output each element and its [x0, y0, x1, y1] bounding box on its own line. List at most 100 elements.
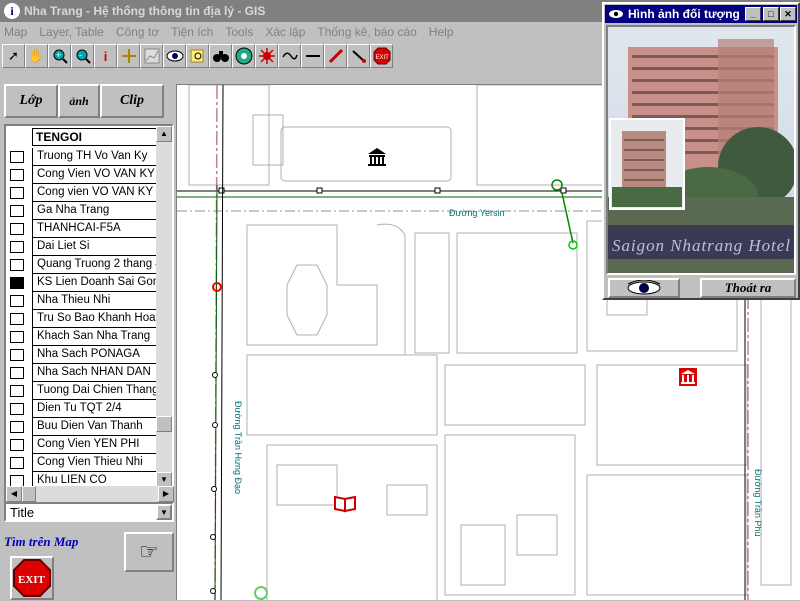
item-checkbox[interactable] [10, 259, 24, 271]
list-item[interactable]: Tuong Dai Chien Thang [10, 382, 160, 400]
vertical-scrollbar[interactable]: ▲ ▼ [156, 126, 172, 488]
tab-anh[interactable]: ảnh [58, 84, 100, 118]
pointer-icon[interactable]: ➚ [2, 44, 25, 68]
tab-lop[interactable]: Lớp [4, 84, 58, 118]
star-icon[interactable] [255, 44, 278, 68]
eye-icon[interactable] [163, 44, 186, 68]
list-item[interactable]: Cong Vien VO VAN KY [10, 166, 160, 184]
hand-icon[interactable]: ✋ [25, 44, 48, 68]
list-item[interactable]: Dai Liet Si [10, 238, 160, 256]
list-item[interactable]: Cong vien VO VAN KY [10, 184, 160, 202]
item-checkbox[interactable] [10, 421, 24, 433]
exit-button[interactable]: EXIT [10, 556, 54, 600]
chevron-down-icon[interactable]: ▼ [156, 504, 172, 520]
svg-text:EXIT: EXIT [18, 574, 46, 586]
item-checkbox[interactable] [10, 295, 24, 307]
item-checkbox[interactable] [10, 169, 24, 181]
find-on-map-button[interactable]: ☞ [124, 532, 174, 572]
scroll-thumb[interactable] [156, 416, 172, 432]
item-label: Tuong Dai Chien Thang [32, 382, 160, 400]
menu-tien-ich[interactable]: Tiện ích [171, 25, 213, 39]
menu-map[interactable]: Map [4, 25, 27, 39]
line-icon[interactable] [301, 44, 324, 68]
view-button[interactable] [608, 278, 680, 298]
list-item[interactable]: Tru So Bao Khanh Hoa [10, 310, 160, 328]
svg-text:EXIT: EXIT [375, 55, 389, 61]
item-checkbox[interactable] [10, 151, 24, 163]
list-item[interactable]: Truong TH Vo Van Ky [10, 148, 160, 166]
scroll-up-icon[interactable]: ▲ [156, 126, 172, 142]
list-item[interactable]: Dien Tu TQT 2/4 [10, 400, 160, 418]
layer-panel: Lớp ảnh Clip TENGOI Truong TH Vo Van Ky C… [0, 76, 176, 600]
zoom-in-icon[interactable]: + [48, 44, 71, 68]
chart-icon[interactable] [140, 44, 163, 68]
item-checkbox[interactable] [10, 223, 24, 235]
binoculars-icon[interactable] [209, 44, 232, 68]
item-checkbox[interactable] [10, 457, 24, 469]
building-icon[interactable] [368, 148, 386, 166]
info-icon[interactable]: i [4, 3, 20, 19]
hotel-icon[interactable] [679, 368, 697, 386]
measure-icon[interactable] [347, 44, 370, 68]
marker-icon[interactable] [254, 586, 268, 600]
list-item[interactable]: Buu Dien Van Thanh [10, 418, 160, 436]
item-label: Tru So Bao Khanh Hoa [32, 310, 160, 328]
toolbar: ➚ ✋ + - i EXIT [2, 44, 393, 68]
maximize-icon[interactable]: □ [763, 7, 779, 21]
close-icon[interactable]: ✕ [780, 7, 796, 21]
item-checkbox[interactable] [10, 349, 24, 361]
minimize-icon[interactable]: _ [745, 7, 761, 21]
item-label: Nha Thieu Nhi [32, 292, 160, 310]
object-image-window[interactable]: Hình ảnh đối tượng _ □ ✕ Saigon Nhatrang… [602, 2, 800, 300]
item-checkbox[interactable] [10, 313, 24, 325]
item-checkbox[interactable] [10, 367, 24, 379]
list-item[interactable]: Cong Vien Thieu Nhi [10, 454, 160, 472]
list-item[interactable]: THANHCAI-F5A [10, 220, 160, 238]
list-item[interactable]: Cong Vien YEN PHI [10, 436, 160, 454]
scroll-right-icon[interactable]: ▶ [158, 486, 174, 502]
book-icon[interactable] [334, 495, 356, 513]
list-item[interactable]: Quang Truong 2 thang 4 [10, 256, 160, 274]
menu-cong-to[interactable]: Công tơ [116, 25, 159, 39]
item-checkbox[interactable] [10, 385, 24, 397]
hscroll-thumb[interactable] [22, 486, 36, 502]
info-icon[interactable]: i [94, 44, 117, 68]
menu-help[interactable]: Help [429, 25, 454, 39]
list-item[interactable]: KS Lien Doanh Sai Gon [10, 274, 160, 292]
item-checkbox[interactable] [10, 277, 24, 289]
item-checkbox[interactable] [10, 331, 24, 343]
list-item[interactable]: Nha Sach PONAGA [10, 346, 160, 364]
menu-xac-lap[interactable]: Xác lập [265, 25, 305, 39]
shape-icon[interactable] [278, 44, 301, 68]
find-icon[interactable] [186, 44, 209, 68]
item-label: Nha Sach PONAGA [32, 346, 160, 364]
item-checkbox[interactable] [10, 205, 24, 217]
title-combo[interactable]: Title ▼ [4, 502, 174, 522]
item-checkbox[interactable] [10, 241, 24, 253]
scroll-left-icon[interactable]: ◀ [6, 486, 22, 502]
exit-icon[interactable]: EXIT [370, 44, 393, 68]
find-on-map-label: Tìm trên Map [4, 534, 79, 549]
cross-icon[interactable] [117, 44, 140, 68]
pencil-icon[interactable] [324, 44, 347, 68]
horizontal-scrollbar[interactable]: ◀ ▶ [6, 486, 174, 502]
globe-icon[interactable] [232, 44, 255, 68]
exit-view-button[interactable]: Thoát ra [700, 278, 796, 298]
zoom-out-icon[interactable]: - [71, 44, 94, 68]
tab-clip[interactable]: Clip [100, 84, 164, 118]
item-label: THANHCAI-F5A [32, 220, 160, 238]
object-list[interactable]: TENGOI Truong TH Vo Van Ky Cong Vien VO V… [4, 124, 174, 504]
popup-titlebar[interactable]: Hình ảnh đối tượng _ □ ✕ [605, 5, 797, 23]
menu-layer-table[interactable]: Layer, Table [39, 25, 104, 39]
item-checkbox[interactable] [10, 439, 24, 451]
item-checkbox[interactable] [10, 403, 24, 415]
list-item[interactable]: Nha Sach NHAN DAN [10, 364, 160, 382]
menu-thong-ke[interactable]: Thống kê, báo cáo [317, 25, 416, 39]
list-item[interactable]: Nha Thieu Nhi [10, 292, 160, 310]
list-item[interactable]: Ga Nha Trang [10, 202, 160, 220]
list-item[interactable]: Khach San Nha Trang [10, 328, 160, 346]
item-label: Khach San Nha Trang [32, 328, 160, 346]
list-header: TENGOI [32, 128, 160, 146]
item-checkbox[interactable] [10, 187, 24, 199]
menu-tools[interactable]: Tools [225, 25, 253, 39]
